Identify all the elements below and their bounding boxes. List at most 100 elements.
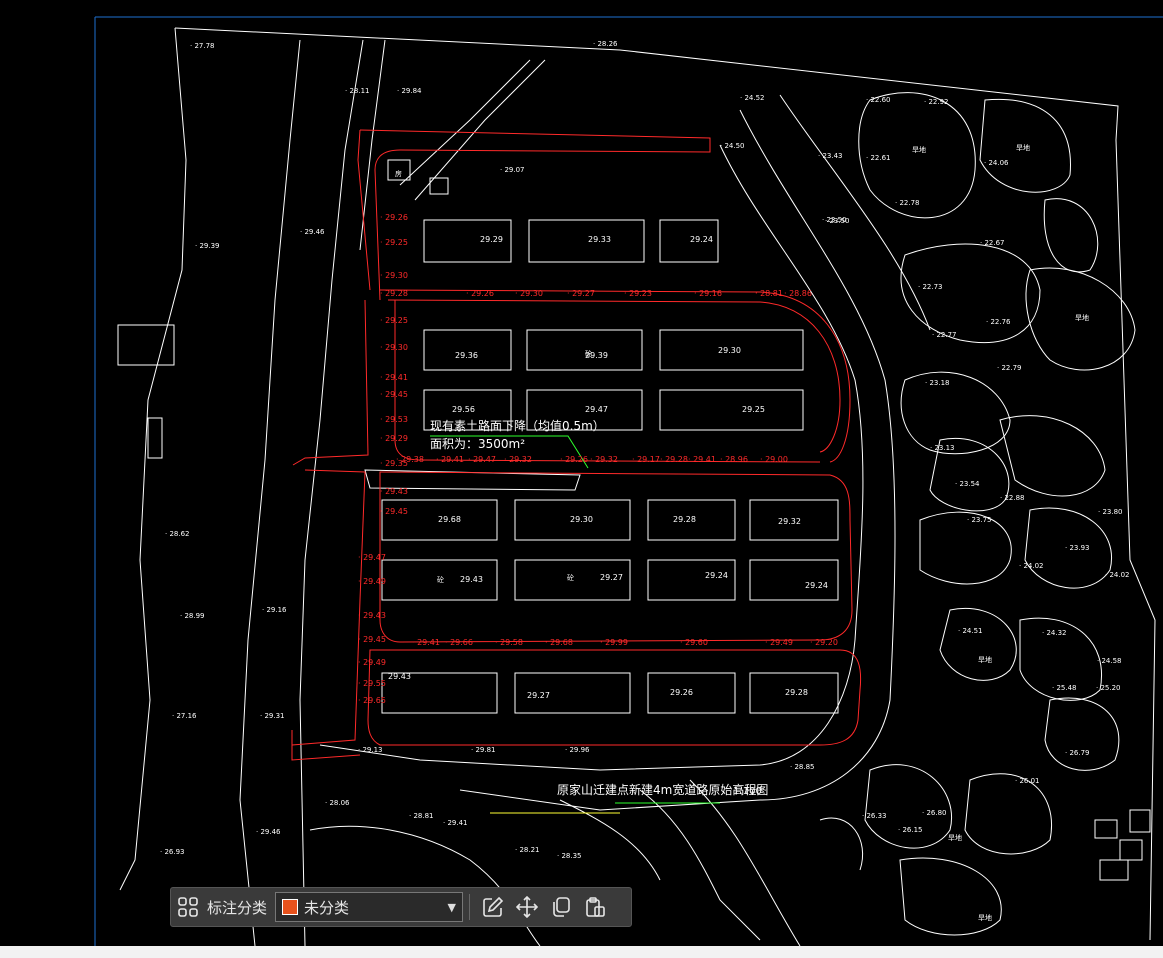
map-note: 旱地 xyxy=(978,913,992,922)
spot-elevation-label: · 28.26 xyxy=(593,40,618,48)
move-icon[interactable] xyxy=(510,890,544,924)
spot-elevation-label: · 26.33 xyxy=(862,812,887,820)
spot-elevation-label: · 22.67 xyxy=(980,239,1005,247)
building-elevation-label: 29.24 xyxy=(805,581,828,590)
paste-icon[interactable] xyxy=(578,890,612,924)
spot-elevation-label: · 22.92 xyxy=(924,98,949,106)
road-elevation-label: · 29.47 xyxy=(468,455,496,464)
building-elevation-label: 29.43 xyxy=(388,672,411,681)
building-elevation-label: 29.36 xyxy=(455,351,478,360)
road-elevation-label: · 29.28 xyxy=(660,455,688,464)
road-elevation-label: · 29.41 xyxy=(688,455,716,464)
road-elevation-label: · 29.35 xyxy=(380,459,408,468)
road-elevation-label: · 29.23 xyxy=(624,289,652,298)
category-label: 标注分类 xyxy=(207,898,268,917)
spot-elevation-label: · 23.18 xyxy=(925,379,950,387)
road-elevation-label: · 29.60 xyxy=(680,638,708,647)
map-note: 旱地 xyxy=(1016,143,1030,152)
spot-elevation-label: · 28.06 xyxy=(325,799,350,807)
spot-elevation-label: · 23.75 xyxy=(967,516,992,524)
road-elevation-label: · 29.26 xyxy=(380,213,408,222)
spot-elevation-label: · 26.15 xyxy=(898,826,923,834)
spot-elevation-label: · 22.60 xyxy=(866,96,891,104)
spot-elevation-label: · 26.80 xyxy=(922,809,947,817)
spot-elevation-label: · 22.61 xyxy=(866,154,891,162)
spot-elevation-label: · 28.62 xyxy=(165,530,190,538)
building-elevation-label: 29.56 xyxy=(452,405,475,414)
road-elevation-label: · 29.53 xyxy=(380,415,408,424)
building-elevation-label: 29.24 xyxy=(690,235,713,244)
spot-elevation-label: · 23.54 xyxy=(955,480,980,488)
status-strip xyxy=(0,946,1163,958)
spot-elevation-label: · 29.84 xyxy=(397,87,422,95)
road-elevation-label: · 29.43 xyxy=(358,611,386,620)
road-elevation-label: · 29.45 xyxy=(358,635,386,644)
spot-elevation-label: · 28.35 xyxy=(557,852,582,860)
building-elevation-label: 29.24 xyxy=(705,571,728,580)
spot-elevation-label: · 22.79 xyxy=(997,364,1022,372)
building-elevation-label: 29.30 xyxy=(718,346,741,355)
copy-icon[interactable] xyxy=(544,890,578,924)
road-elevation-label: · 29.32 xyxy=(590,455,618,464)
road-elevation-label: · 29.17 xyxy=(632,455,660,464)
road-elevation-label: · 29.16 xyxy=(694,289,722,298)
spot-elevation-label: · 29.31 xyxy=(260,712,285,720)
road-elevation-label: · 29.29 xyxy=(380,434,408,443)
road-elevation-label: · 29.28 xyxy=(380,289,408,298)
map-note: 砼 xyxy=(437,575,444,584)
edit-icon[interactable] xyxy=(476,890,510,924)
road-elevation-label: · 29.41 xyxy=(412,638,440,647)
spot-elevation-label: · 26.79 xyxy=(1065,749,1090,757)
road-elevation-label: · 29.66 xyxy=(445,638,473,647)
spot-elevation-label: · 23.43 xyxy=(818,152,843,160)
chevron-down-icon: ▼ xyxy=(447,900,457,914)
spot-elevation-label: · 26.93 xyxy=(160,848,185,856)
annotation-line2[interactable]: 面积为：3500m² xyxy=(430,437,525,451)
spot-elevation-label: · 25.20 xyxy=(1096,684,1121,692)
cad-drawing-canvas[interactable]: 现有素土路面下降（均值0.5m） 面积为：3500m² 原家山迁建点新建4m宽道… xyxy=(0,0,1163,958)
building-elevation-label: 29.32 xyxy=(778,517,801,526)
spot-elevation-label: · 23.13 xyxy=(930,444,955,452)
road-elevation-label: · 29.99 xyxy=(600,638,628,647)
spot-elevation-label: · 24.58 xyxy=(1097,657,1122,665)
spot-elevation-label: · 29.41 xyxy=(443,819,468,827)
road-elevation-label: · 29.32 xyxy=(504,455,532,464)
spot-elevation-label: · 22.76 xyxy=(986,318,1011,326)
road-elevation-label: · 29.49 xyxy=(358,577,386,586)
road-elevation-label: · 29.49 xyxy=(358,658,386,667)
spot-elevation-label: · 23.80 xyxy=(1098,508,1123,516)
road-elevation-label: · 29.20 xyxy=(810,638,838,647)
category-select[interactable]: 未分类 ▼ xyxy=(275,892,464,922)
spot-elevation-label: · 28.81 xyxy=(409,812,434,820)
spot-elevation-label: · 25.48 xyxy=(1052,684,1077,692)
building-elevation-label: 29.27 xyxy=(600,573,623,582)
road-elevation-label: · 29.26 xyxy=(560,455,588,464)
spot-elevation-label: · 28.11 xyxy=(345,87,370,95)
road-elevation-label: · 29.45 xyxy=(380,507,408,516)
spot-elevation-label: · 24.02 xyxy=(1019,562,1044,570)
category-color-swatch xyxy=(282,899,299,915)
spot-elevation-label: · 29.81 xyxy=(471,746,496,754)
building-elevation-label: 29.68 xyxy=(438,515,461,524)
road-elevation-label: · 28.81 xyxy=(755,289,783,298)
road-elevation-label: · 29.25 xyxy=(380,316,408,325)
road-elevation-label: · 29.45 xyxy=(380,390,408,399)
building-elevation-label: 29.25 xyxy=(742,405,765,414)
road-elevation-label: · 29.30 xyxy=(380,343,408,352)
road-elevation-label: · 29.30 xyxy=(515,289,543,298)
annotation-line1[interactable]: 现有素土路面下降（均值0.5m） xyxy=(430,418,605,433)
spot-elevation-label: · 29.16 xyxy=(262,606,287,614)
spot-elevation-label: · 29.39 xyxy=(195,242,220,250)
spot-elevation-label: · 24.51 xyxy=(958,627,983,635)
map-note: 旱地 xyxy=(1075,313,1089,322)
building-elevation-label: 29.30 xyxy=(570,515,593,524)
building-elevation-label: 29.33 xyxy=(588,235,611,244)
grid-icon[interactable] xyxy=(171,890,205,924)
spot-elevation-label: · 28.85 xyxy=(790,763,815,771)
map-note: 旱地 xyxy=(978,655,992,664)
road-elevation-label: · 29.47 xyxy=(358,553,386,562)
map-note: 旱地 xyxy=(912,145,926,154)
spot-elevation-label: · 24.32 xyxy=(1042,629,1067,637)
road-elevation-label: · 29.25 xyxy=(380,238,408,247)
spot-elevation-label: · 29.46 xyxy=(300,228,325,236)
